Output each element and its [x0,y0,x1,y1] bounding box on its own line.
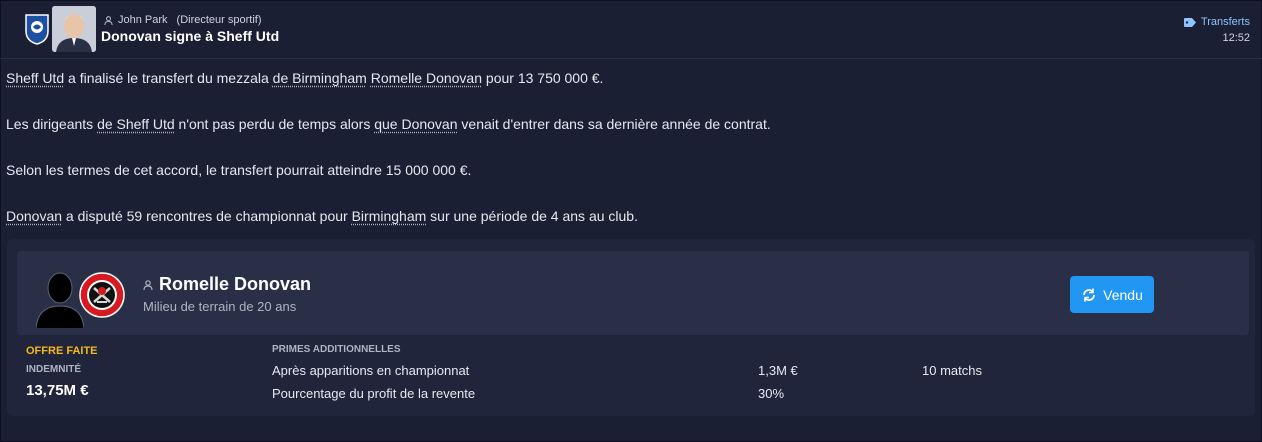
transfer-card: Romelle Donovan Milieu de terrain de 20 … [7,239,1255,416]
person-icon [143,279,153,290]
player-silhouette-icon[interactable] [36,268,84,328]
player-link-donovan[interactable]: que Donovan [374,116,457,132]
message-title: Donovan signe à Sheff Utd [101,28,280,44]
message-body: Sheff Utd a finalisé le transfert du mez… [6,68,1246,252]
sold-button-label: Vendu [1103,286,1143,303]
message-time: 12:52 [1222,32,1250,44]
club-link-sheff-utd[interactable]: Sheff Utd [6,70,64,86]
bonus-row-label: Après apparitions en championnat [272,363,470,378]
player-panel: Romelle Donovan Milieu de terrain de 20 … [17,251,1249,335]
bonuses-title: PRIMES ADDITIONNELLES [272,344,401,355]
fee-value: 13,75M € [26,382,89,399]
message-header: John Park (Directeur sportif) Donovan si… [0,0,1262,59]
sender-name[interactable]: John Park [118,14,168,26]
fee-label: INDEMNITÉ [26,364,81,375]
club-link-sheff-utd[interactable]: de Sheff Utd [97,116,175,132]
player-link-donovan[interactable]: Donovan [6,208,62,224]
refresh-icon [1083,288,1096,301]
birmingham-crest-icon [25,14,49,45]
bonus-row-label: Pourcentage du profit de la revente [272,386,476,401]
tag-icon [1183,17,1196,27]
paragraph-2: Les dirigeants de Sheff Utd n'ont pas pe… [6,116,771,132]
player-name-row: Romelle Donovan [143,274,311,295]
bonus-row-extra: 10 matchs [922,363,982,378]
player-link-donovan[interactable]: Romelle Donovan [371,70,482,86]
offer-status: OFFRE FAITE [26,345,98,357]
bonus-row-value: 30% [758,386,785,401]
category-tag[interactable]: Transferts [1183,16,1250,28]
sheffield-united-crest-icon[interactable] [79,272,125,318]
person-icon [104,15,113,25]
sender-avatar[interactable] [52,6,96,52]
category-label: Transferts [1200,16,1250,28]
player-name[interactable]: Romelle Donovan [159,274,311,295]
club-link-birmingham[interactable]: Birmingham [352,208,427,224]
bonus-row-value: 1,3M € [758,363,798,378]
sender-line: John Park (Directeur sportif) [104,14,262,26]
sold-button[interactable]: Vendu [1070,276,1154,313]
sender-role: (Directeur sportif) [176,14,262,26]
player-position: Milieu de terrain de 20 ans [143,299,297,314]
club-link-birmingham[interactable]: de Birmingham [273,70,367,86]
paragraph-1: Sheff Utd a finalisé le transfert du mez… [6,70,604,86]
paragraph-3: Selon les termes de cet accord, le trans… [6,162,472,178]
